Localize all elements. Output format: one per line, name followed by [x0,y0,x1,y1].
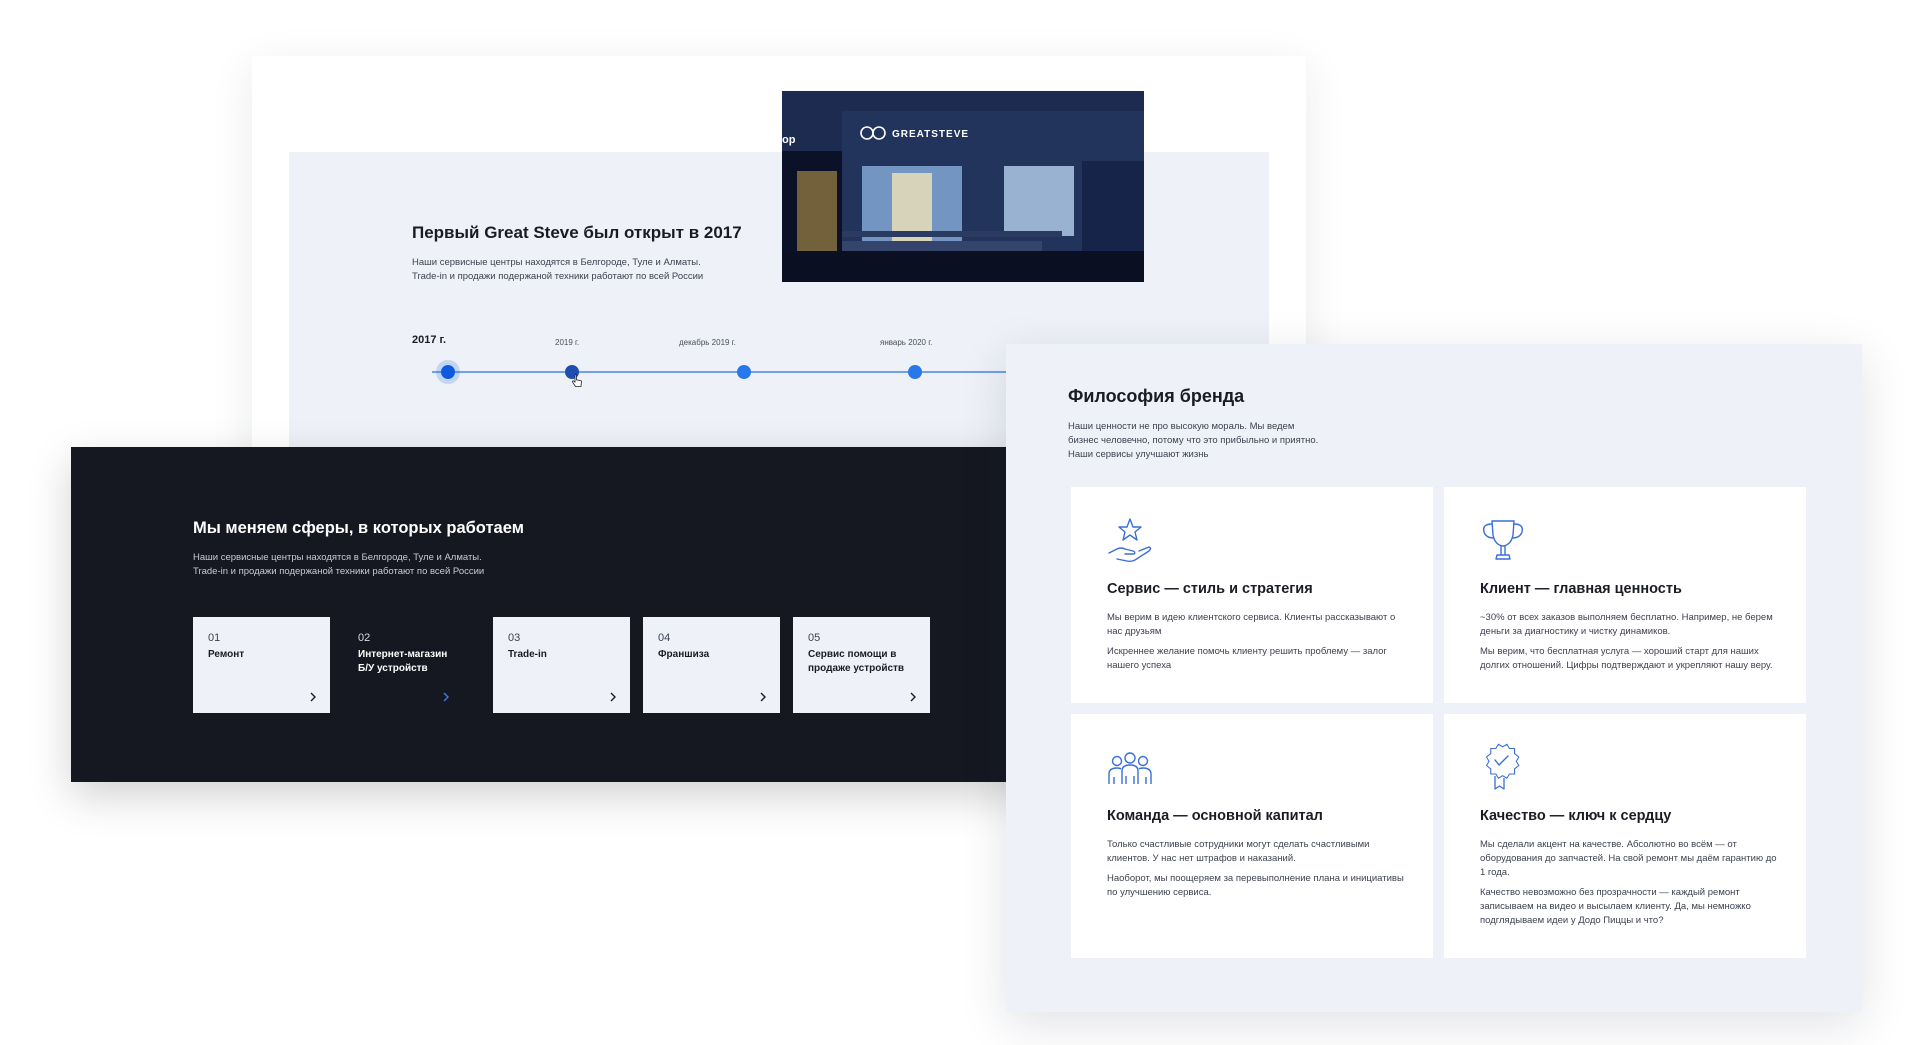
value-paragraph: Качество невозможно без прозрачности — к… [1480,887,1751,926]
spheres-title: Мы меняем сферы, в которых работаем [193,519,524,537]
timeline-label-2019: 2019 г. [555,338,580,347]
chevron-right-icon [310,692,316,702]
tile-number: 05 [808,632,821,644]
timeline-label-2017: 2017 г. [412,334,447,346]
philosophy-description-line: бизнес человечно, потому что это прибыль… [1068,435,1319,446]
tile-label: Франшиза [658,649,710,660]
value-paragraph: Искреннее желание помочь клиенту решить … [1107,646,1387,671]
tile-repair[interactable]: 01 Ремонт [193,617,330,713]
value-paragraph: Мы сделали акцент на качестве. Абсолютно… [1480,839,1777,878]
value-body: Только счастливые сотрудники могут сдела… [1107,838,1407,906]
tile-label: Интернет-магазин Б/У устройств [358,649,448,674]
timeline-point-jan-2020[interactable] [908,365,922,379]
chevron-right-icon [760,692,766,702]
tile-number: 04 [658,632,671,644]
philosophy-description-line: Наши сервисы улучшают жизнь [1068,449,1209,460]
philosophy-description: Наши ценности не про высокую мораль. Мы … [1068,420,1368,462]
value-paragraph: Наоборот, мы поощеряем за перевыполнение… [1107,873,1404,898]
timeline-point-dec-2019[interactable] [737,365,751,379]
philosophy-section: Философия бренда Наши ценности не про вы… [1006,344,1862,1012]
team-icon [1108,752,1152,784]
tile-label: Ремонт [208,649,245,660]
svg-text:ор: ор [782,134,796,146]
value-card-service: Сервис — стиль и стратегия Мы верим в ид… [1071,487,1433,703]
timeline-label-dec-2019: декабрь 2019 г. [679,338,736,347]
value-paragraph: Мы верим, что бесплатная услуга — хороши… [1480,646,1773,671]
value-title: Качество — ключ к сердцу [1480,808,1672,824]
hand-star-icon [1108,518,1152,563]
value-title: Клиент — главная ценность [1480,581,1682,597]
history-description-line: Наши сервисные центры находятся в Белгор… [412,257,701,268]
value-card-client: Клиент — главная ценность ~30% от всех з… [1444,487,1806,703]
tile-label: Trade-in [508,649,547,660]
tile-number: 03 [508,632,521,644]
timeline-label-jan-2020: январь 2020 г. [880,338,933,347]
value-body: Мы сделали акцент на качестве. Абсолютно… [1480,838,1780,934]
tile-sale-assistance[interactable]: 05 Сервис помощи в продаже устройств [793,617,930,713]
philosophy-description-line: Наши ценности не про высокую мораль. Мы … [1068,421,1295,432]
value-card-team: Команда — основной капитал Только счастл… [1071,714,1433,958]
spheres-description-line: Наши сервисные центры находятся в Белгор… [193,552,482,563]
trophy-icon [1482,520,1524,560]
value-body: ~30% от всех заказов выполняем бесплатно… [1480,611,1780,679]
tile-used-devices-store[interactable]: 02 Интернет-магазин Б/У устройств [343,617,463,713]
value-card-quality: Качество — ключ к сердцу Мы сделали акце… [1444,714,1806,958]
hand-cursor-icon [572,374,582,387]
chevron-right-icon [910,692,916,702]
value-paragraph: ~30% от всех заказов выполняем бесплатно… [1480,612,1773,637]
spheres-section: Мы меняем сферы, в которых работаем Наши… [71,447,1051,782]
quality-badge-icon [1485,743,1520,790]
value-title: Команда — основной капитал [1107,808,1323,824]
history-title: Первый Great Steve был открыт в 2017 [412,223,742,242]
chevron-right-icon [610,692,616,702]
value-title: Сервис — стиль и стратегия [1107,581,1313,597]
tile-number: 01 [208,632,221,644]
tile-number: 02 [358,632,371,644]
philosophy-title: Философия бренда [1068,386,1245,406]
tile-label: Сервис помощи в продаже устройств [808,649,905,674]
spheres-description: Наши сервисные центры находятся в Белгор… [193,551,553,579]
value-paragraph: Только счастливые сотрудники могут сдела… [1107,839,1370,864]
value-paragraph: Мы верим в идею клиентского сервиса. Кли… [1107,612,1396,637]
spheres-description-line: Trade-in и продажи подержаной техники ра… [193,566,485,577]
chevron-right-icon [443,692,449,702]
tile-trade-in[interactable]: 03 Trade-in [493,617,630,713]
store-sign: GREATSTEVE [892,129,969,140]
timeline-point-2017[interactable] [441,365,455,379]
tile-franchise[interactable]: 04 Франшиза [643,617,780,713]
history-description: Наши сервисные центры находятся в Белгор… [412,256,742,284]
history-description-line: Trade-in и продажи подержаной техники ра… [412,271,704,282]
store-photo: GREATSTEVE ор [782,91,1144,282]
value-body: Мы верим в идею клиентского сервиса. Кли… [1107,611,1407,679]
